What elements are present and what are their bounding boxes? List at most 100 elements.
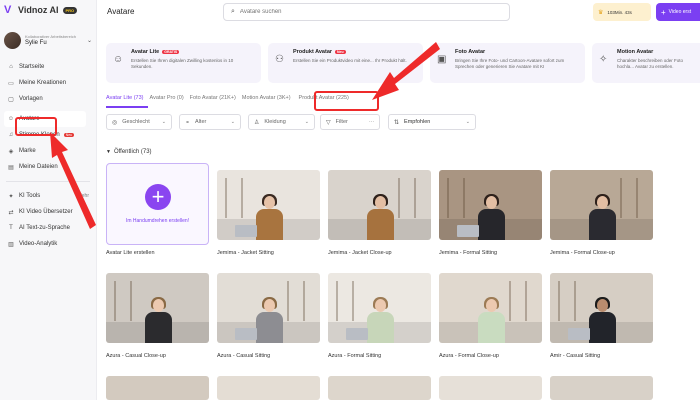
avatar-name: Azura - Casual Close-up [106, 353, 166, 359]
sidebar-item-ki-tools[interactable]: ✦ KI Tools Mehr [0, 188, 96, 204]
sidebar-item-meine-kreationen[interactable]: ▭ Meine Kreationen [0, 75, 96, 91]
sidebar-item-label: AI Text-zu-Sprache [19, 225, 70, 231]
search-input[interactable] [239, 9, 480, 15]
sidebar-item-label: Marke [19, 148, 36, 154]
more-options-icon[interactable]: ··· [369, 119, 374, 125]
active-tab-indicator [106, 106, 148, 108]
avatar-thumbnail[interactable] [106, 273, 209, 343]
sidebar-item-startseite[interactable]: ⌂ Startseite [0, 59, 96, 75]
gender-icon: ◎ [112, 119, 118, 126]
avatar-thumbnail[interactable] [217, 170, 320, 240]
avatar-thumbnail[interactable] [550, 376, 653, 400]
photo-avatar-icon: ▣ [437, 54, 447, 65]
card-desc: Erstellen Sie Ihren digitalen Zwilling k… [131, 58, 234, 69]
create-avatar-lite-card[interactable]: + Im Handumdrehen erstellen! [106, 163, 209, 245]
sidebar-item-ki-video-uebersetzer[interactable]: ⇄ KI Video Übersetzer [0, 204, 96, 220]
avatar-name: Azura - Casual Sitting [217, 353, 271, 359]
avatar-figure [366, 297, 394, 343]
chevron-down-icon: ⌄ [86, 37, 92, 44]
motion-avatar-icon: ✧ [599, 54, 608, 65]
collapse-triangle-icon: ▼ [106, 149, 111, 155]
avatar-thumbnail[interactable] [328, 376, 431, 400]
tab-motion-avatar[interactable]: Motion Avatar (3K+) [242, 95, 291, 107]
create-video-button[interactable]: + Video erst [656, 3, 700, 21]
sidebar-nav: ⌂ Startseite ▭ Meine Kreationen ▢ Vorlag… [0, 59, 96, 252]
section-title: Öffentlich (73) [113, 149, 152, 155]
topbar: Avatare ⌕ ♛ 103Min. 43s + Video erst [97, 0, 700, 24]
avatar-figure [588, 194, 616, 240]
sidebar-item-video-analytik[interactable]: ▥ Video-Analytik [0, 236, 96, 252]
avatar-lite-icon: ☺ [113, 54, 124, 65]
brand-icon: ◈ [8, 148, 14, 155]
user-workspace: Kollaborativer Arbeitsbereich [25, 34, 76, 39]
filter-label: Filter [335, 119, 348, 125]
thumb-shelf [287, 281, 305, 321]
age-filter[interactable]: ⚬ Alter ⌄ [179, 114, 241, 130]
laptop-prop [235, 225, 257, 237]
avatar-thumbnail[interactable] [439, 273, 542, 343]
divider [6, 181, 90, 182]
figure-body [366, 312, 394, 343]
avatar-thumbnail[interactable] [439, 170, 542, 240]
thumb-shelf [225, 178, 243, 218]
avatar-thumbnail[interactable] [550, 170, 653, 240]
card-foto-avatar[interactable]: ▣ Foto Avatar Bringen Sie Ihre Foto- und… [430, 43, 585, 83]
avatar-name: Azura - Formal Close-up [439, 353, 499, 359]
sidebar-item-label: Meine Kreationen [19, 80, 67, 86]
card-badge: Neu [335, 50, 346, 54]
section-header-public[interactable]: ▼ Öffentlich (73) [106, 149, 152, 155]
analytics-icon: ▥ [8, 241, 14, 248]
figure-head [263, 299, 275, 312]
create-card-label: Im Handumdrehen erstellen! [125, 218, 190, 224]
funnel-icon: ▽ [326, 119, 331, 126]
avatar-figure [255, 297, 283, 343]
card-produkt-avatar[interactable]: ⚇ Produkt Avatar Neu Erstellen Sie ein Pr… [268, 43, 423, 83]
avatar-figure [477, 297, 505, 343]
logo[interactable]: V Vidnoz AI PRO [0, 0, 96, 20]
card-desc: Bringen Sie Ihre Foto- und Cartoon-Avata… [455, 58, 565, 69]
avatar-thumbnail[interactable] [550, 273, 653, 343]
avatar-thumbnail[interactable] [328, 273, 431, 343]
figure-head [485, 196, 497, 209]
filter-button[interactable]: ▽ Filter ··· [320, 114, 380, 130]
card-title: Motion Avatar [617, 49, 654, 55]
sidebar: V Vidnoz AI PRO Kollaborativer Arbeitsbe… [0, 0, 97, 400]
sidebar-item-label: Meine Dateien [19, 164, 58, 170]
thumb-shelf [447, 178, 465, 218]
tab-foto-avatar[interactable]: Foto Avatar (21K+) [190, 95, 236, 107]
thumb-shelf [398, 178, 416, 218]
avatar-name: Jemima - Formal Sitting [439, 250, 498, 256]
avatar-thumbnail[interactable] [439, 376, 542, 400]
avatar-name: Azura - Formal Sitting [328, 353, 382, 359]
credits-balance[interactable]: ♛ 103Min. 43s [593, 3, 651, 21]
sidebar-item-ai-text-zu-sprache[interactable]: T AI Text-zu-Sprache [0, 220, 96, 236]
avatar-thumbnail[interactable] [106, 376, 209, 400]
card-motion-avatar[interactable]: ✧ Motion Avatar Charakter beschreiben od… [592, 43, 700, 83]
avatar-thumbnail[interactable] [217, 273, 320, 343]
sort-dropdown[interactable]: ⇅ Empfohlen ⌄ [388, 114, 476, 130]
tab-avatar-pro[interactable]: Avatar Pro (0) [150, 95, 184, 107]
chevron-down-icon: ⌄ [304, 119, 309, 125]
gender-filter[interactable]: ◎ Geschlecht ⌄ [106, 114, 172, 130]
card-avatar-lite[interactable]: ☺ Avatar Lite GRATIS Erstellen Sie Ihren … [106, 43, 261, 83]
chevron-down-icon: ⌄ [230, 119, 235, 125]
laptop-prop [568, 328, 590, 340]
search-box[interactable]: ⌕ [223, 3, 510, 21]
more-link[interactable]: Mehr [78, 193, 89, 199]
crown-icon: ♛ [598, 9, 604, 16]
translate-icon: ⇄ [8, 209, 14, 216]
figure-head [596, 299, 608, 312]
create-video-label: Video erst [668, 9, 692, 15]
laptop-prop [346, 328, 368, 340]
sidebar-item-meine-dateien[interactable]: ▤ Meine Dateien [0, 159, 96, 175]
sidebar-item-marke[interactable]: ◈ Marke [0, 143, 96, 159]
avatar-thumbnail[interactable] [217, 376, 320, 400]
page-title: Avatare [107, 7, 135, 16]
create-card-caption: Avatar Lite erstellen [106, 250, 155, 256]
user-switcher[interactable]: Kollaborativer Arbeitsbereich Sylie Fu ⌄ [0, 27, 96, 53]
avatar-thumbnail[interactable] [328, 170, 431, 240]
clothing-filter[interactable]: ♙ Kleidung ⌄ [248, 114, 315, 130]
sidebar-item-vorlagen[interactable]: ▢ Vorlagen [0, 91, 96, 107]
new-badge: Neu [63, 133, 75, 137]
figure-head [485, 299, 497, 312]
